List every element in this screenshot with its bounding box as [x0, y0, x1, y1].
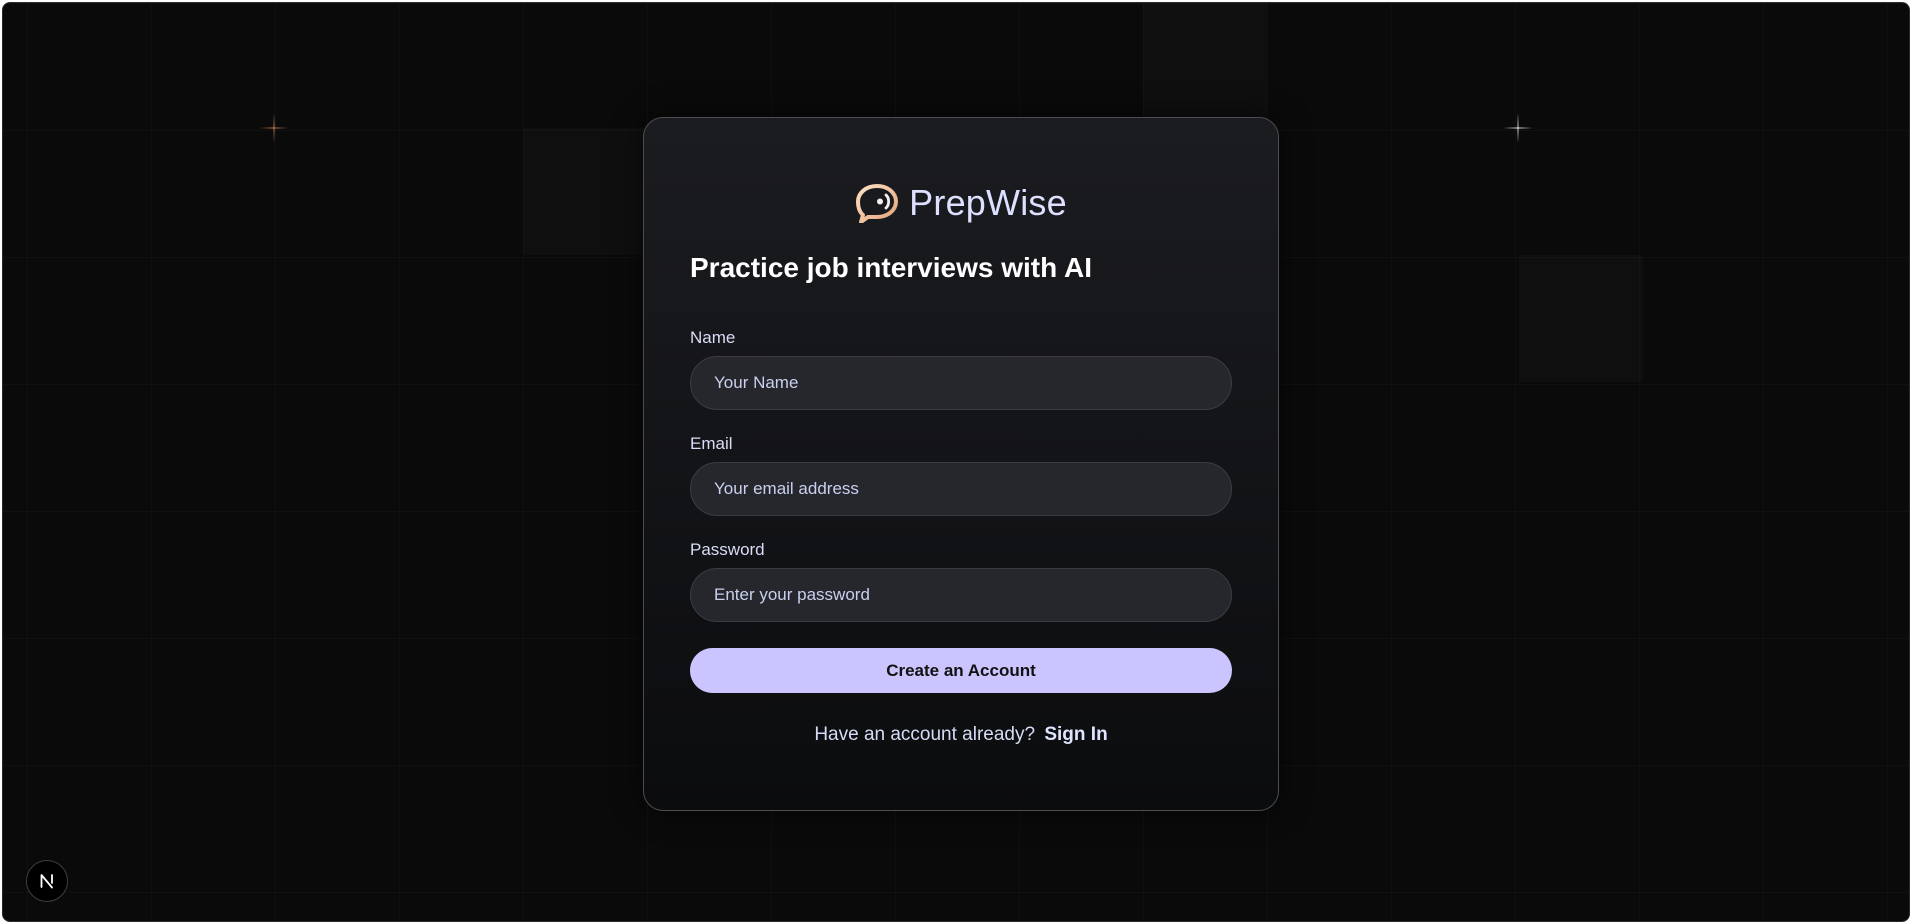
page-headline: Practice job interviews with AI: [690, 252, 1092, 283]
create-account-button[interactable]: Create an Account: [690, 648, 1232, 693]
background-highlight-cell: [523, 128, 647, 255]
nextjs-dev-indicator[interactable]: [26, 860, 68, 902]
email-field[interactable]: [690, 462, 1232, 516]
brand-name: PrepWise: [909, 182, 1067, 223]
brand-logo: PrepWise: [644, 182, 1278, 224]
password-field[interactable]: [690, 568, 1232, 622]
password-label: Password: [690, 540, 765, 559]
sign-in-prompt-text: Have an account already?: [814, 724, 1036, 745]
background-highlight-cell: [1143, 3, 1267, 130]
name-field[interactable]: [690, 356, 1232, 410]
nextjs-logo-icon: [40, 874, 53, 889]
signup-card: PrepWise Practice job interviews with AI…: [643, 117, 1279, 811]
app-window: PrepWise Practice job interviews with AI…: [2, 2, 1910, 922]
sign-in-link[interactable]: Sign In: [1044, 724, 1107, 745]
background-highlight-cell: [1519, 255, 1643, 382]
sparkle-decoration: [259, 113, 289, 143]
name-label: Name: [690, 328, 736, 347]
email-label: Email: [690, 434, 733, 453]
chat-bubble-logo-icon: [856, 184, 899, 223]
sign-in-prompt: Have an account already? Sign In: [644, 724, 1278, 746]
sparkle-decoration: [1503, 113, 1533, 143]
